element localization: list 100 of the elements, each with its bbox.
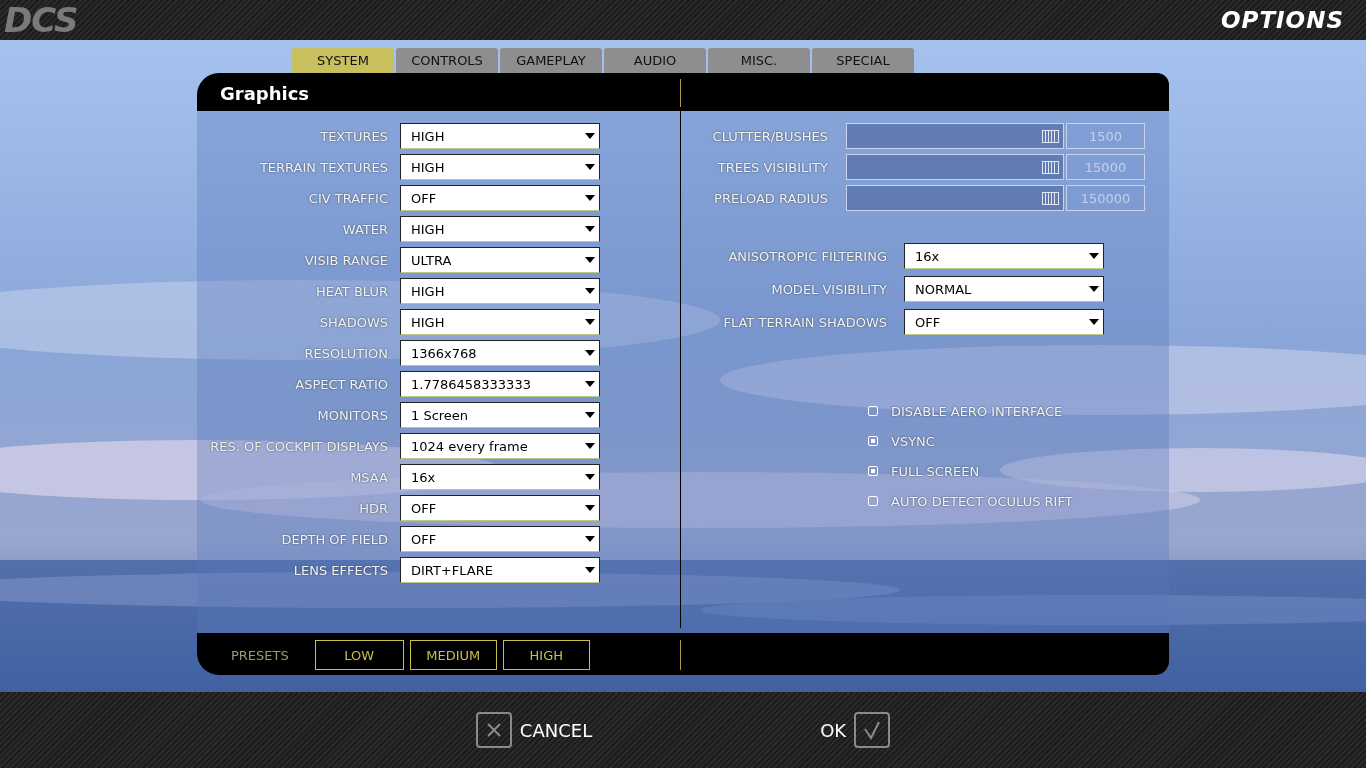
setting-label: HDR bbox=[358, 500, 388, 516]
setting-label: LENS EFFECTS bbox=[292, 562, 388, 578]
dropdown-value: ULTRA bbox=[411, 252, 452, 268]
dropdown[interactable]: 1 Screen bbox=[400, 402, 600, 428]
checkmark-icon bbox=[854, 712, 891, 748]
dropdown-value: HIGH bbox=[411, 314, 445, 330]
setting-label: VISIB RANGE bbox=[303, 252, 388, 268]
setting-label: TEXTURES bbox=[319, 128, 388, 144]
setting-label: HEAT BLUR bbox=[315, 283, 388, 299]
dropdown-value: HIGH bbox=[411, 128, 445, 144]
dropdown[interactable]: 1.7786458333333 bbox=[400, 371, 600, 397]
setting-label: RESOLUTION bbox=[303, 345, 388, 361]
setting-label: RES. OF COCKPIT DISPLAYS bbox=[209, 438, 388, 454]
dropdown[interactable]: HIGH bbox=[400, 123, 600, 149]
slider-track[interactable] bbox=[846, 185, 1064, 211]
slider-track[interactable] bbox=[846, 154, 1064, 180]
dropdown[interactable]: 1366x768 bbox=[400, 340, 600, 366]
logo: DCS bbox=[4, 1, 78, 39]
dropdown[interactable]: ULTRA bbox=[400, 247, 600, 273]
page-title: OPTIONS bbox=[1220, 7, 1344, 33]
checkbox[interactable] bbox=[868, 406, 878, 416]
setting-label: TREES VISIBILITY bbox=[716, 159, 828, 175]
checkbox-label: DISABLE AERO INTERFACE bbox=[891, 403, 1063, 419]
caret-icon bbox=[585, 195, 595, 201]
preset-button[interactable]: HIGH bbox=[502, 640, 590, 670]
dropdown[interactable]: NORMAL bbox=[904, 276, 1104, 302]
tab[interactable]: GAMEPLAY bbox=[500, 48, 602, 73]
caret-icon bbox=[1089, 286, 1099, 292]
dropdown-value: NORMAL bbox=[915, 281, 972, 297]
tab[interactable]: SYSTEM bbox=[292, 48, 394, 73]
caret-icon bbox=[585, 319, 595, 325]
setting-label: ANISOTROPIC FILTERING bbox=[727, 248, 887, 264]
setting-label: MONITORS bbox=[316, 407, 388, 423]
setting-label: SHADOWS bbox=[318, 314, 388, 330]
setting-label: MSAA bbox=[349, 469, 388, 485]
slider-track[interactable] bbox=[846, 123, 1064, 149]
caret-icon bbox=[585, 412, 595, 418]
caret-icon bbox=[585, 226, 595, 232]
dropdown-value: 1366x768 bbox=[411, 345, 477, 361]
tab[interactable]: AUDIO bbox=[604, 48, 706, 73]
caret-icon bbox=[585, 288, 595, 294]
setting-label: CLUTTER/BUSHES bbox=[711, 128, 828, 144]
dropdown-value: OFF bbox=[915, 314, 941, 330]
dropdown-value: 16x bbox=[411, 469, 436, 485]
caret-icon bbox=[585, 133, 595, 139]
presets-label: PRESETS bbox=[231, 647, 289, 663]
setting-label: PRELOAD RADIUS bbox=[713, 190, 828, 206]
checkbox[interactable] bbox=[868, 436, 878, 446]
setting-label: WATER bbox=[341, 221, 388, 237]
dropdown-value: HIGH bbox=[411, 221, 445, 237]
caret-icon bbox=[585, 443, 595, 449]
preset-button[interactable]: LOW bbox=[314, 640, 404, 670]
tab[interactable]: CONTROLS bbox=[396, 48, 498, 73]
tab[interactable]: SPECIAL bbox=[812, 48, 914, 73]
caret-icon bbox=[1089, 319, 1099, 325]
dropdown[interactable]: OFF bbox=[904, 309, 1104, 335]
dropdown[interactable]: DIRT+FLARE bbox=[400, 557, 600, 583]
setting-label: CIV TRAFFIC bbox=[307, 190, 388, 206]
dropdown[interactable]: HIGH bbox=[400, 216, 600, 242]
dropdown[interactable]: HIGH bbox=[400, 309, 600, 335]
tab[interactable]: MISC. bbox=[708, 48, 810, 73]
dropdown-value: OFF bbox=[411, 190, 437, 206]
preset-button[interactable]: MEDIUM bbox=[409, 640, 497, 670]
dropdown-value: HIGH bbox=[411, 283, 445, 299]
checkbox-label: FULL SCREEN bbox=[891, 463, 980, 479]
ok-button[interactable]: OK bbox=[820, 719, 847, 741]
dropdown[interactable]: OFF bbox=[400, 495, 600, 521]
caret-icon bbox=[585, 381, 595, 387]
dropdown[interactable]: OFF bbox=[400, 185, 600, 211]
setting-label: ASPECT RATIO bbox=[294, 376, 388, 392]
dropdown[interactable]: HIGH bbox=[400, 154, 600, 180]
dropdown-value: OFF bbox=[411, 500, 437, 516]
dropdown-value: 1 Screen bbox=[411, 407, 469, 423]
dropdown-value: 1024 every frame bbox=[411, 438, 528, 454]
dropdown[interactable]: 1024 every frame bbox=[400, 433, 600, 459]
dropdown[interactable]: 16x bbox=[904, 243, 1104, 269]
slider-thumb[interactable] bbox=[1041, 130, 1059, 143]
setting-label: DEPTH OF FIELD bbox=[280, 531, 388, 547]
checkbox[interactable] bbox=[868, 466, 878, 476]
checkbox[interactable] bbox=[868, 496, 878, 506]
slider-thumb[interactable] bbox=[1041, 161, 1059, 174]
dropdown[interactable]: HIGH bbox=[400, 278, 600, 304]
dropdown[interactable]: 16x bbox=[400, 464, 600, 490]
dropdown[interactable]: OFF bbox=[400, 526, 600, 552]
dropdown-value: DIRT+FLARE bbox=[411, 562, 493, 578]
setting-label: TERRAIN TEXTURES bbox=[258, 159, 388, 175]
checkbox-label: AUTO DETECT OCULUS RIFT bbox=[891, 493, 1073, 509]
dropdown-value: 1.7786458333333 bbox=[411, 376, 531, 392]
slider-thumb[interactable] bbox=[1041, 192, 1059, 205]
caret-icon bbox=[585, 474, 595, 480]
setting-label: MODEL VISIBILITY bbox=[770, 281, 887, 297]
checkbox-label: VSYNC bbox=[891, 433, 935, 449]
caret-icon bbox=[585, 257, 595, 263]
dropdown-value: OFF bbox=[411, 531, 437, 547]
caret-icon bbox=[585, 350, 595, 356]
cancel-button[interactable]: CANCEL bbox=[519, 719, 593, 741]
caret-icon bbox=[585, 505, 595, 511]
panel-title: Graphics bbox=[220, 82, 310, 104]
caret-icon bbox=[585, 164, 595, 170]
setting-label: FLAT TERRAIN SHADOWS bbox=[722, 314, 887, 330]
